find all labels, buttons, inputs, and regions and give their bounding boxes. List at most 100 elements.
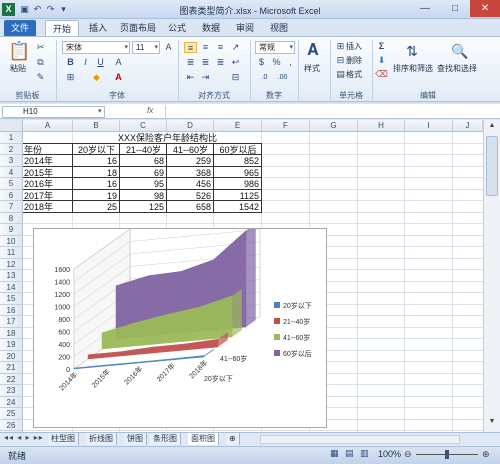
formula-input[interactable] [165,105,483,118]
number-format-combo[interactable]: 常规 ▾ [255,41,295,54]
zoom-out-icon[interactable]: ⊖ [404,449,412,460]
find-select-button[interactable]: 查找和选择 [437,63,477,74]
vertical-scrollbar[interactable]: ▲ ▼ [483,120,500,432]
row-header[interactable]: 14 [0,281,23,293]
area-chart[interactable]: 0 200 400 600 800 1000 1200 1400 1600 2014年 2015年 2… [33,216,327,428]
sheet-tab-bar[interactable]: 条形图 [150,433,181,445]
close-button[interactable]: ✕ [470,0,500,17]
tab-view[interactable]: 视图 [265,20,293,36]
zoom-in-icon[interactable]: ⊕ [482,449,490,460]
increase-indent-icon[interactable]: ⇥ [199,72,212,83]
row-header[interactable]: 22 [0,373,23,385]
row-header[interactable]: 5 [0,178,23,190]
row-header[interactable]: 7 [0,201,23,213]
row-header[interactable]: 4 [0,166,23,178]
align-center-icon[interactable]: ≣ [199,57,212,68]
scroll-down-icon[interactable]: ▼ [486,418,498,428]
scroll-up-icon[interactable]: ▲ [486,122,498,132]
paste-icon[interactable]: 📋 [8,40,30,62]
chevron-down-icon[interactable]: ▾ [98,107,102,115]
italic-button[interactable]: I [79,57,92,68]
format-painter-icon[interactable]: ✎ [34,72,47,83]
merge-center-icon[interactable]: ⊟ [229,72,242,83]
underline-button[interactable]: U [94,57,107,68]
row-header[interactable]: 16 [0,304,23,316]
row-header[interactable]: 19 [0,339,23,351]
sort-filter-icon[interactable]: ⇅ [402,41,422,61]
fill-down-icon[interactable]: ⬇ [375,55,388,66]
tab-insert[interactable]: 插入 [84,20,112,36]
row-header[interactable]: 11 [0,247,23,259]
column-header[interactable]: E [214,120,262,132]
row-header[interactable]: 10 [0,235,23,247]
tab-home[interactable]: 开始 [45,20,79,36]
strikethrough-icon[interactable]: A [112,57,125,68]
horizontal-scrollbar[interactable] [260,435,460,444]
row-header[interactable]: 8 [0,212,23,224]
column-header[interactable]: G [310,120,358,132]
sort-filter-button[interactable]: 排序和筛选 [393,63,433,74]
styles-button[interactable]: 样式 [304,63,320,74]
find-select-icon[interactable]: 🔍 [450,41,470,61]
column-header[interactable]: A [23,120,73,132]
cut-icon[interactable]: ✂ [34,42,47,53]
minimize-button[interactable]: — [410,0,440,17]
sheet-nav-icon[interactable]: ◂◂ ◂ ▸ ▸▸ [4,433,44,442]
row-header[interactable]: 24 [0,396,23,408]
fill-color-icon[interactable]: ◆ [90,72,103,83]
font-size-combo[interactable]: 11 ▾ [132,41,160,54]
currency-icon[interactable]: $ [255,57,268,68]
font-color-icon[interactable]: A [112,72,125,83]
row-header[interactable]: 1 [0,132,23,144]
row-header[interactable]: 26 [0,419,23,431]
comma-button[interactable]: , [284,57,297,68]
zoom-level[interactable]: 100% [378,449,401,459]
orientation-icon[interactable]: ↗ [229,42,242,53]
name-box[interactable]: H10 [2,106,105,118]
font-name-combo[interactable]: 宋体 ▾ [62,41,130,54]
bold-button[interactable]: B [64,57,77,68]
tab-review[interactable]: 审阅 [231,20,259,36]
row-header[interactable]: 3 [0,155,23,167]
row-header[interactable]: 23 [0,385,23,397]
format-button[interactable]: 格式 [346,69,362,80]
scroll-thumb[interactable] [486,136,498,196]
align-bottom-icon[interactable]: ≡ [214,42,227,53]
insert-button[interactable]: 插入 [346,41,362,52]
row-header[interactable]: 13 [0,270,23,282]
column-header[interactable]: J [453,120,483,132]
tab-formulas[interactable]: 公式 [163,20,191,36]
view-page-layout-icon[interactable]: ▤ [345,448,354,459]
view-page-break-icon[interactable]: ▥ [360,448,369,459]
row-header[interactable]: 20 [0,350,23,362]
delete-button[interactable]: 删除 [346,55,362,66]
align-right-icon[interactable]: ≣ [214,57,227,68]
align-top-icon[interactable]: ≡ [184,42,197,53]
tab-file[interactable]: 文件 [4,20,36,36]
fx-button[interactable]: fx [147,106,153,115]
column-header[interactable]: I [405,120,453,132]
styles-icon[interactable]: 𝐀 [303,41,323,61]
tab-page-layout[interactable]: 页面布局 [117,20,159,36]
sheet-tab-column[interactable]: 柱型图 [48,433,79,445]
row-header[interactable]: 12 [0,258,23,270]
maximize-button[interactable]: □ [440,0,470,17]
row-header[interactable]: 2 [0,143,23,155]
decrease-decimal-icon[interactable]: .00 [276,72,289,83]
column-header[interactable]: F [262,120,310,132]
increase-decimal-icon[interactable]: .0 [258,72,271,83]
borders-icon[interactable]: ⊞ [64,72,77,83]
copy-icon[interactable]: ⧉ [34,57,47,68]
row-header[interactable]: 9 [0,224,23,236]
column-header[interactable]: D [167,120,214,132]
align-left-icon[interactable]: ≣ [184,57,197,68]
select-all-corner[interactable] [0,120,23,132]
view-normal-icon[interactable]: ▦ [330,448,339,459]
tab-data[interactable]: 数据 [197,20,225,36]
row-header[interactable]: 17 [0,316,23,328]
decrease-indent-icon[interactable]: ⇤ [184,72,197,83]
row-header[interactable]: 15 [0,293,23,305]
column-header[interactable]: C [120,120,167,132]
row-header[interactable]: 18 [0,327,23,339]
row-header[interactable]: 25 [0,408,23,420]
